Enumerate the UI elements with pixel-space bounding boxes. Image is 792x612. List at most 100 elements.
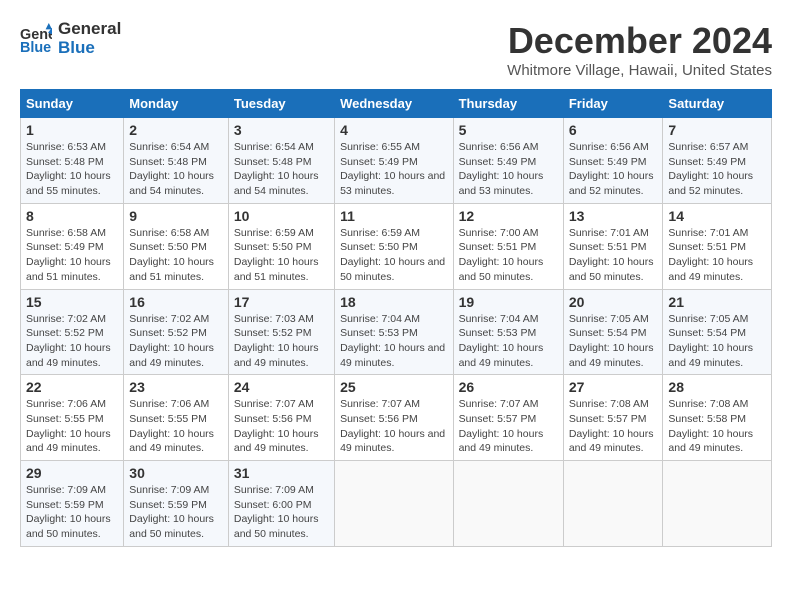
calendar-cell: 21Sunrise: 7:05 AMSunset: 5:54 PMDayligh…: [663, 289, 772, 375]
day-daylight: Daylight: 10 hours and 51 minutes.: [26, 256, 111, 283]
calendar-cell: 1Sunrise: 6:53 AMSunset: 5:48 PMDaylight…: [21, 118, 124, 204]
day-sunrise: Sunrise: 7:07 AM: [459, 398, 539, 410]
day-sunrise: Sunrise: 7:07 AM: [234, 398, 314, 410]
day-sunset: Sunset: 5:53 PM: [340, 327, 418, 339]
day-number: 11: [340, 208, 447, 224]
day-daylight: Daylight: 10 hours and 50 minutes.: [234, 513, 319, 540]
day-number: 21: [668, 294, 766, 310]
day-sunset: Sunset: 5:51 PM: [459, 241, 537, 253]
calendar-cell: [563, 461, 663, 547]
day-daylight: Daylight: 10 hours and 49 minutes.: [569, 428, 654, 455]
day-sunrise: Sunrise: 7:04 AM: [340, 313, 420, 325]
day-sunrise: Sunrise: 7:02 AM: [129, 313, 209, 325]
calendar-cell: [453, 461, 563, 547]
calendar-header: Sunday Monday Tuesday Wednesday Thursday…: [21, 90, 772, 118]
day-daylight: Daylight: 10 hours and 50 minutes.: [26, 513, 111, 540]
day-sunset: Sunset: 5:55 PM: [26, 413, 104, 425]
header-tuesday: Tuesday: [228, 90, 334, 118]
day-sunrise: Sunrise: 7:00 AM: [459, 227, 539, 239]
day-number: 15: [26, 294, 118, 310]
calendar-cell: [335, 461, 453, 547]
day-sunset: Sunset: 5:48 PM: [129, 156, 207, 168]
day-number: 1: [26, 122, 118, 138]
calendar-row: 1 Sunrise: 6:53 AM Sunset: 5:48 PM Daylight…: [21, 118, 772, 204]
day-sunset: Sunset: 5:49 PM: [459, 156, 537, 168]
day-daylight: Daylight: 10 hours and 49 minutes.: [459, 342, 544, 369]
day-sunrise: Sunrise: 6:57 AM: [668, 141, 748, 153]
day-sunrise: Sunrise: 7:03 AM: [234, 313, 314, 325]
day-number: 12: [459, 208, 558, 224]
calendar-cell: 20Sunrise: 7:05 AMSunset: 5:54 PMDayligh…: [563, 289, 663, 375]
day-number: 18: [340, 294, 447, 310]
day-sunset: Sunset: 5:49 PM: [668, 156, 746, 168]
calendar-cell: 5Sunrise: 6:56 AMSunset: 5:49 PMDaylight…: [453, 118, 563, 204]
day-sunrise: Sunrise: 7:01 AM: [569, 227, 649, 239]
day-sunset: Sunset: 5:50 PM: [129, 241, 207, 253]
day-number: 31: [234, 465, 329, 481]
day-daylight: Daylight: 10 hours and 49 minutes.: [668, 342, 753, 369]
day-number: 28: [668, 379, 766, 395]
day-daylight: Daylight: 10 hours and 50 minutes.: [459, 256, 544, 283]
day-number: 13: [569, 208, 658, 224]
day-sunset: Sunset: 5:59 PM: [129, 499, 207, 511]
day-sunrise: Sunrise: 7:09 AM: [129, 484, 209, 496]
calendar-cell: 8Sunrise: 6:58 AMSunset: 5:49 PMDaylight…: [21, 203, 124, 289]
header-wednesday: Wednesday: [335, 90, 453, 118]
calendar-cell: 26Sunrise: 7:07 AMSunset: 5:57 PMDayligh…: [453, 375, 563, 461]
calendar-cell: 30Sunrise: 7:09 AMSunset: 5:59 PMDayligh…: [124, 461, 229, 547]
day-daylight: Daylight: 10 hours and 49 minutes.: [26, 342, 111, 369]
day-sunrise: Sunrise: 6:56 AM: [459, 141, 539, 153]
page-header: General Blue General Blue December 2024 …: [20, 20, 772, 79]
day-sunrise: Sunrise: 7:06 AM: [129, 398, 209, 410]
day-sunset: Sunset: 5:52 PM: [234, 327, 312, 339]
day-daylight: Daylight: 10 hours and 50 minutes.: [129, 513, 214, 540]
header-saturday: Saturday: [663, 90, 772, 118]
day-daylight: Daylight: 10 hours and 49 minutes.: [459, 428, 544, 455]
day-sunset: Sunset: 5:51 PM: [569, 241, 647, 253]
header-friday: Friday: [563, 90, 663, 118]
calendar-cell: 24Sunrise: 7:07 AMSunset: 5:56 PMDayligh…: [228, 375, 334, 461]
day-daylight: Daylight: 10 hours and 54 minutes.: [234, 170, 319, 197]
day-sunset: Sunset: 5:50 PM: [234, 241, 312, 253]
day-number: 26: [459, 379, 558, 395]
header-thursday: Thursday: [453, 90, 563, 118]
calendar-title: December 2024: [507, 20, 772, 62]
day-number: 8: [26, 208, 118, 224]
day-daylight: Daylight: 10 hours and 51 minutes.: [129, 256, 214, 283]
day-daylight: Daylight: 10 hours and 50 minutes.: [569, 256, 654, 283]
calendar-cell: 13 Sunrise: 7:01 AM Sunset: 5:51 PM Dayligh…: [563, 203, 663, 289]
day-sunset: Sunset: 5:50 PM: [340, 241, 418, 253]
day-number: 20: [569, 294, 658, 310]
day-daylight: Daylight: 10 hours and 49 minutes.: [668, 256, 753, 283]
day-sunrise: Sunrise: 7:09 AM: [234, 484, 314, 496]
day-number: 2: [129, 122, 223, 138]
day-daylight: Daylight: 10 hours and 49 minutes.: [340, 428, 445, 455]
svg-text:Blue: Blue: [20, 39, 51, 54]
calendar-cell: 6Sunrise: 6:56 AMSunset: 5:49 PMDaylight…: [563, 118, 663, 204]
calendar-subtitle: Whitmore Village, Hawaii, United States: [507, 62, 772, 79]
header-sunday: Sunday: [21, 90, 124, 118]
day-sunrise: Sunrise: 7:08 AM: [569, 398, 649, 410]
day-daylight: Daylight: 10 hours and 53 minutes.: [459, 170, 544, 197]
calendar-cell: 25Sunrise: 7:07 AMSunset: 5:56 PMDayligh…: [335, 375, 453, 461]
calendar-cell: [663, 461, 772, 547]
header-row: Sunday Monday Tuesday Wednesday Thursday…: [21, 90, 772, 118]
day-daylight: Daylight: 10 hours and 53 minutes.: [340, 170, 445, 197]
day-number: 22: [26, 379, 118, 395]
day-daylight: Daylight: 10 hours and 51 minutes.: [234, 256, 319, 283]
day-sunrise: Sunrise: 6:53 AM: [26, 141, 106, 153]
day-daylight: Daylight: 10 hours and 55 minutes.: [26, 170, 111, 197]
calendar-body: 1 Sunrise: 6:53 AM Sunset: 5:48 PM Daylight…: [21, 118, 772, 547]
day-sunrise: Sunrise: 6:54 AM: [129, 141, 209, 153]
calendar-cell: 23Sunrise: 7:06 AMSunset: 5:55 PMDayligh…: [124, 375, 229, 461]
day-sunrise: Sunrise: 7:02 AM: [26, 313, 106, 325]
day-sunset: Sunset: 5:55 PM: [129, 413, 207, 425]
day-number: 29: [26, 465, 118, 481]
day-sunset: Sunset: 5:56 PM: [340, 413, 418, 425]
day-number: 6: [569, 122, 658, 138]
day-sunrise: Sunrise: 6:55 AM: [340, 141, 420, 153]
day-number: 3: [234, 122, 329, 138]
day-daylight: Daylight: 10 hours and 49 minutes.: [668, 428, 753, 455]
calendar-cell: 27Sunrise: 7:08 AMSunset: 5:57 PMDayligh…: [563, 375, 663, 461]
day-sunrise: Sunrise: 6:59 AM: [340, 227, 420, 239]
